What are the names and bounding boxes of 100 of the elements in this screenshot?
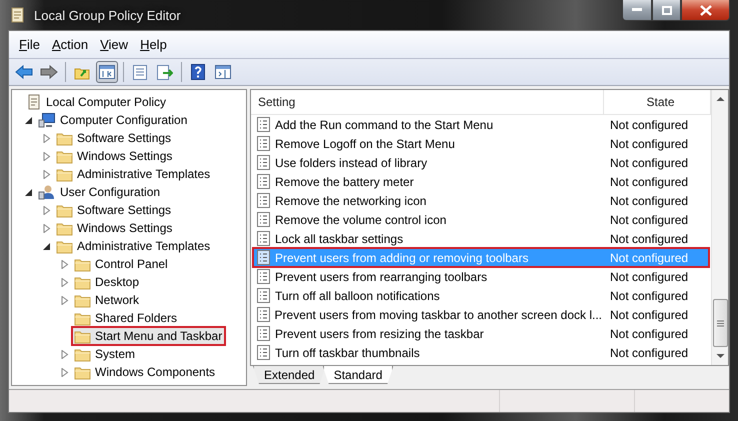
collapsed-arrow-icon[interactable]	[42, 134, 51, 142]
setting-icon	[257, 307, 270, 322]
tree-item[interactable]: Administrative Templates	[54, 165, 214, 183]
maximize-icon	[662, 6, 672, 14]
setting-state: Not configured	[609, 270, 688, 284]
setting-icon	[257, 174, 270, 189]
collapsed-arrow-icon[interactable]	[60, 368, 69, 376]
expanded-arrow-icon[interactable]	[24, 188, 33, 196]
setting-row[interactable]: Use folders instead of library Not configured	[253, 153, 709, 172]
tree-item[interactable]: Windows Settings	[54, 219, 176, 237]
folder-icon	[56, 202, 73, 218]
menu-item[interactable]: File	[15, 35, 44, 54]
tree-item[interactable]: Control Panel	[72, 255, 171, 273]
scrollbar[interactable]	[711, 90, 728, 365]
maximize-button[interactable]	[652, 0, 681, 21]
collapsed-arrow-icon[interactable]	[60, 278, 69, 286]
setting-state: Not configured	[609, 232, 688, 246]
folder-icon	[74, 274, 91, 290]
setting-name: Prevent users from adding or removing toolbars	[275, 250, 528, 264]
folder-icon	[74, 346, 91, 362]
column-header[interactable]: Setting	[251, 90, 604, 114]
tree-item[interactable]: Network	[72, 291, 142, 309]
scroll-down-icon[interactable]	[716, 353, 724, 359]
window-title: Local Group Policy Editor	[34, 8, 181, 22]
expanded-arrow-icon[interactable]	[42, 242, 51, 250]
view-tab[interactable]: Extended	[253, 366, 326, 384]
menu-item[interactable]: View	[96, 35, 132, 54]
setting-icon	[257, 136, 270, 151]
setting-state: Not configured	[609, 194, 688, 208]
folder-icon	[56, 130, 73, 146]
tree-item[interactable]: Windows Components	[72, 363, 218, 381]
tree-item[interactable]: Software Settings	[54, 129, 174, 147]
expanded-arrow-icon[interactable]	[24, 116, 33, 124]
setting-icon	[257, 326, 270, 341]
close-button[interactable]	[681, 0, 730, 21]
setting-row[interactable]: Turn off taskbar thumbnails Not configured	[253, 343, 709, 362]
app-icon	[10, 6, 26, 24]
minimize-button[interactable]	[622, 0, 652, 21]
collapsed-arrow-icon[interactable]	[60, 350, 69, 358]
setting-row[interactable]: Add the Run command to the Start Menu Not configured	[253, 115, 709, 134]
setting-row[interactable]: Remove the volume control icon Not configured	[253, 210, 709, 229]
folder-icon	[74, 364, 91, 380]
setting-icon	[257, 288, 270, 303]
grip-icon	[716, 320, 724, 326]
folder-icon	[74, 256, 91, 272]
setting-state: Not configured	[609, 308, 688, 322]
help-icon	[191, 64, 205, 80]
setting-icon	[257, 155, 270, 170]
scroll-thumb[interactable]	[712, 299, 728, 347]
tree-item[interactable]: Desktop	[72, 273, 142, 291]
tree-item[interactable]: User Configuration	[36, 183, 164, 201]
tree-item[interactable]: Start Menu and Taskbar	[72, 327, 226, 345]
setting-name: Remove the networking icon	[275, 194, 426, 208]
setting-state: Not configured	[609, 136, 688, 150]
tree-item[interactable]: Administrative Templates	[54, 237, 214, 255]
setting-name: Prevent users from moving taskbar to another screen dock l...	[274, 308, 602, 322]
tree-item[interactable]: Computer Configuration	[36, 111, 190, 129]
setting-name: Turn off all balloon notifications	[275, 288, 440, 302]
minimize-icon	[632, 8, 642, 12]
tree-item[interactable]: System	[72, 345, 138, 363]
menu-item[interactable]: Action	[48, 35, 92, 54]
setting-row[interactable]: Remove the networking icon Not configured	[253, 191, 709, 210]
tree-item[interactable]: Windows Settings	[54, 147, 176, 165]
folder-icon	[56, 238, 73, 254]
back-arrow-icon	[15, 65, 33, 79]
setting-row[interactable]: Prevent users from moving taskbar to another screen dock l... Not configured	[253, 305, 709, 324]
collapsed-arrow-icon[interactable]	[42, 206, 51, 214]
folder-icon	[56, 220, 73, 236]
tree-item[interactable]: Shared Folders	[72, 309, 180, 327]
collapsed-arrow-icon[interactable]	[42, 224, 51, 232]
setting-row[interactable]: Remove Logoff on the Start Menu Not configured	[253, 134, 709, 153]
computer-icon	[38, 112, 56, 128]
tree-item[interactable]: Software Settings	[54, 201, 174, 219]
setting-name: Prevent users from rearranging toolbars	[275, 270, 488, 284]
setting-row[interactable]: Remove the battery meter Not configured	[253, 172, 709, 191]
setting-state: Not configured	[609, 174, 688, 188]
collapsed-arrow-icon[interactable]	[42, 152, 51, 160]
close-icon	[700, 4, 712, 16]
tree-item[interactable]: Local Computer Policy	[24, 93, 170, 111]
folder-icon	[74, 292, 91, 308]
setting-icon	[257, 117, 270, 132]
setting-name: Turn off taskbar thumbnails	[275, 346, 420, 360]
menu-item[interactable]: Help	[136, 35, 171, 54]
setting-row[interactable]: Turn off all balloon notifications Not configured	[253, 286, 709, 305]
setting-row[interactable]: Prevent users from resizing the taskbar Not configured	[253, 324, 709, 343]
setting-name: Remove the battery meter	[275, 174, 414, 188]
setting-row[interactable]: Prevent users from rearranging toolbars Not configured	[253, 267, 709, 286]
setting-icon	[257, 231, 270, 246]
view-tab[interactable]: Standard	[322, 366, 394, 384]
collapsed-arrow-icon[interactable]	[60, 260, 69, 268]
setting-name: Lock all taskbar settings	[275, 232, 404, 246]
scroll-up-icon[interactable]	[716, 96, 724, 102]
setting-row[interactable]: Lock all taskbar settings Not configured	[253, 229, 709, 248]
toolbar-button[interactable]	[96, 61, 118, 83]
folder-icon	[56, 148, 73, 164]
collapsed-arrow-icon[interactable]	[60, 296, 69, 304]
user-icon	[38, 184, 56, 200]
folder-icon	[74, 310, 91, 326]
collapsed-arrow-icon[interactable]	[42, 170, 51, 178]
setting-name: Remove Logoff on the Start Menu	[275, 136, 455, 150]
